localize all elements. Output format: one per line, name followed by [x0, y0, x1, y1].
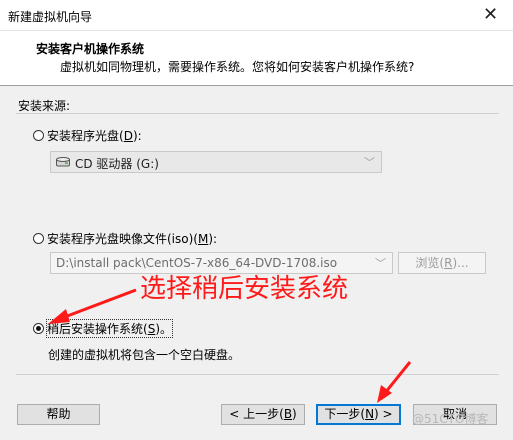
help-button[interactable]: 帮助 — [17, 404, 100, 425]
back-button[interactable]: < 上一步(B) — [221, 404, 305, 425]
next-button[interactable]: 下一步(N) > — [316, 404, 401, 425]
annotation-arrow-left — [48, 288, 137, 324]
annotation-arrows — [48, 288, 412, 403]
watermark: @51CTO博客 — [412, 412, 489, 426]
annotation-arrow-down — [377, 361, 412, 403]
